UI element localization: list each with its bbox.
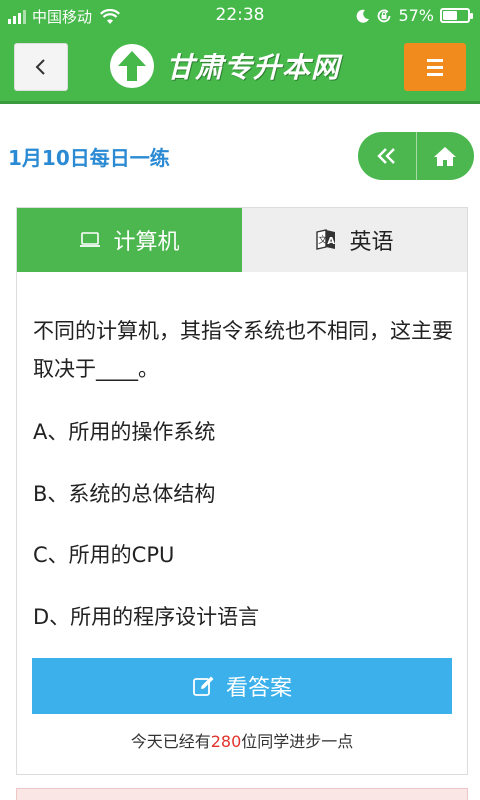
home-icon: [434, 147, 457, 166]
learner-count: 280: [210, 732, 242, 751]
nav-pill: [358, 132, 474, 180]
next-card-edge: [16, 788, 468, 800]
status-bar-right: 57%: [356, 6, 473, 25]
rotation-lock-icon: [378, 9, 391, 22]
option-b[interactable]: B、系统的总体结构: [33, 478, 215, 508]
battery-icon: [440, 8, 473, 23]
moon-icon: [357, 9, 370, 23]
option-a[interactable]: A、所用的操作系统: [33, 416, 215, 446]
progress-note: 今天已经有280位同学进步一点: [17, 728, 467, 752]
double-chevron-left-icon: [377, 148, 395, 164]
exercise-card: 计算机 文 A 英语 不同的计算机，其指令系统也不相同，这主要取决于____。 …: [16, 207, 468, 775]
up-arrow-logo-icon: [110, 44, 154, 88]
option-d[interactable]: D、所用的程序设计语言: [33, 601, 259, 631]
previous-button[interactable]: [358, 132, 416, 180]
tab-label: 英语: [349, 230, 394, 255]
show-answer-button[interactable]: 看答案: [32, 658, 452, 714]
site-name: 甘肃专升本网: [166, 51, 341, 84]
page-title: 1月10日每日一练: [8, 146, 170, 170]
subject-tabs: 计算机 文 A 英语: [17, 208, 467, 272]
home-button[interactable]: [415, 132, 475, 180]
progress-note-prefix: 今天已经有: [130, 732, 211, 751]
app-header: 甘肃专升本网: [0, 32, 480, 104]
laptop-icon: [79, 231, 101, 249]
status-bar: 中国移动 22:38 57%: [0, 0, 480, 32]
option-c[interactable]: C、所用的CPU: [33, 539, 174, 569]
tab-label: 计算机: [113, 230, 180, 255]
svg-text:文: 文: [319, 234, 328, 246]
edit-icon: [192, 675, 216, 697]
battery-fill: [443, 11, 457, 20]
tab-computer[interactable]: 计算机: [17, 208, 242, 272]
svg-text:A: A: [328, 236, 336, 247]
back-button[interactable]: [14, 43, 68, 91]
chevron-left-icon: [35, 59, 45, 75]
progress-note-suffix: 位同学进步一点: [241, 732, 354, 751]
menu-button[interactable]: [404, 43, 466, 91]
question-text: 不同的计算机，其指令系统也不相同，这主要取决于____。: [33, 319, 453, 381]
translate-icon: 文 A: [315, 229, 337, 251]
battery-percent: 57%: [398, 6, 434, 25]
tab-english[interactable]: 文 A 英语: [242, 208, 467, 272]
hamburger-icon: [427, 58, 443, 62]
site-logo[interactable]: 甘肃专升本网: [110, 44, 340, 88]
show-answer-label: 看答案: [225, 676, 292, 701]
